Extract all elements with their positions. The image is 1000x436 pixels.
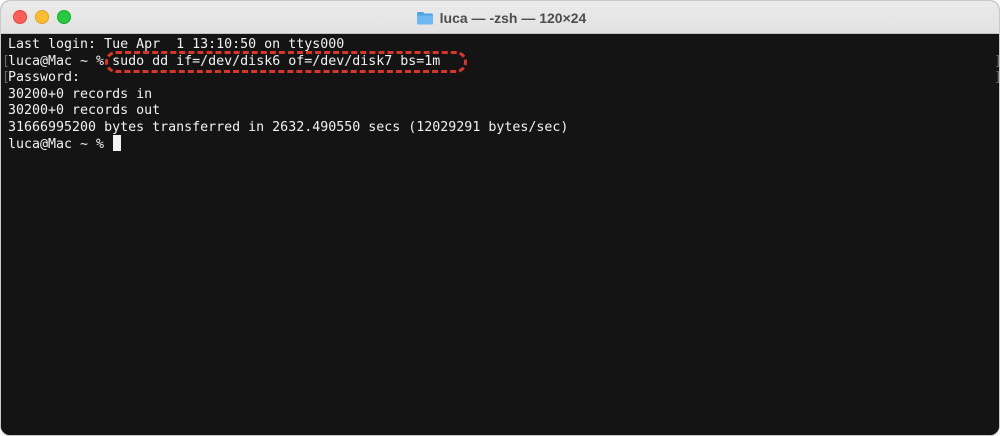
records-out-line: 30200+0 records out — [8, 103, 161, 118]
window-title-area: luca — -zsh — 120×24 — [1, 1, 999, 34]
prompt: luca@Mac ~ % — [8, 54, 105, 69]
records-in-line: 30200+0 records in — [8, 87, 153, 102]
mark-bracket-right: ] — [994, 69, 999, 86]
folder-icon — [416, 11, 433, 24]
terminal-window: luca — -zsh — 120×24 Last login: Tue Apr… — [0, 0, 1000, 436]
prompt: luca@Mac ~ % — [8, 137, 105, 152]
window-title: luca — -zsh — 120×24 — [439, 9, 587, 26]
transfer-summary-line: 31666995200 bytes transferred in 2632.49… — [8, 120, 569, 135]
mark-bracket-right: ] — [994, 53, 999, 70]
terminal-output[interactable]: Last login: Tue Apr 1 13:10:50 on ttys00… — [1, 34, 999, 435]
text-cursor — [113, 135, 122, 151]
password-prompt-line: Password: — [8, 70, 81, 85]
title-bar[interactable]: luca — -zsh — 120×24 — [1, 1, 999, 34]
current-prompt-line: luca@Mac ~ % — [8, 135, 122, 152]
command-highlight-annotation — [105, 51, 467, 73]
